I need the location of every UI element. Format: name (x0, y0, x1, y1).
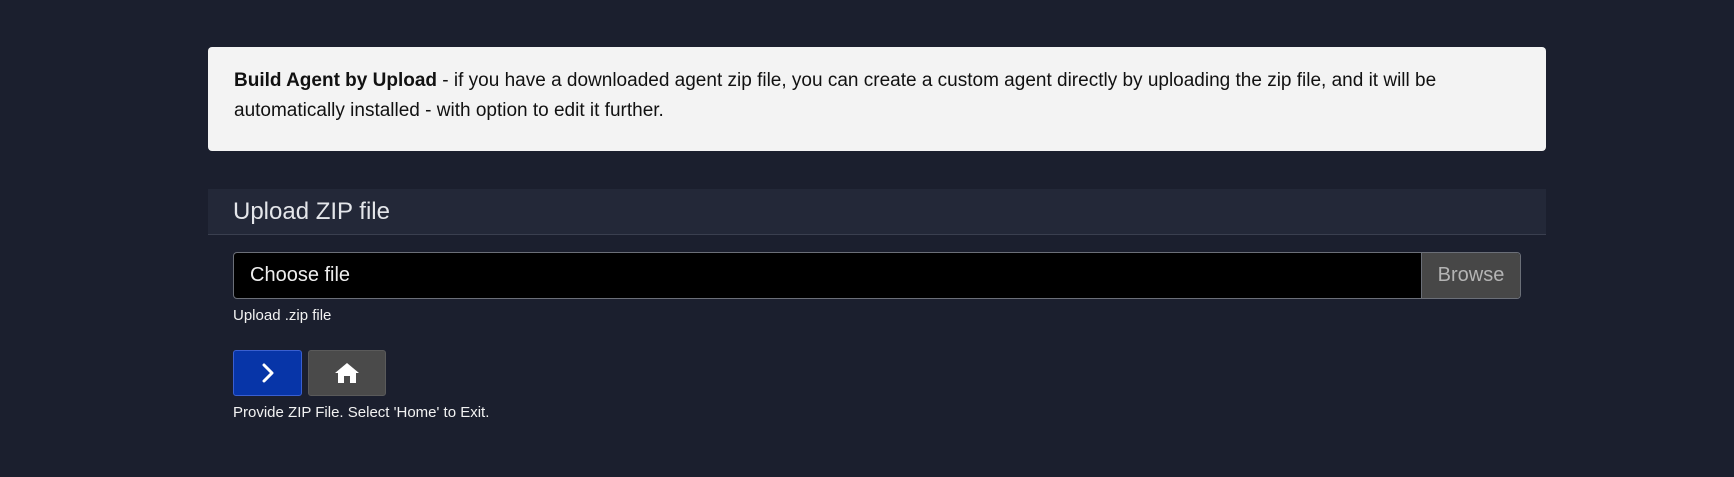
home-button[interactable] (308, 350, 386, 396)
file-input-label: Choose file (250, 264, 351, 286)
section-title: Upload ZIP file (233, 197, 390, 225)
info-title: Build Agent by Upload (234, 70, 438, 91)
help-text: Upload .zip file (233, 307, 332, 324)
browse-button[interactable]: Browse (1421, 253, 1520, 298)
section-header: Upload ZIP file (208, 189, 1546, 235)
next-button[interactable] (233, 350, 302, 396)
info-box: Build Agent by Upload - if you have a do… (208, 47, 1546, 151)
status-text: Provide ZIP File. Select 'Home' to Exit. (233, 404, 490, 421)
home-icon (334, 362, 360, 384)
file-input[interactable]: Choose file Browse (233, 252, 1521, 299)
chevron-right-icon (261, 363, 275, 383)
